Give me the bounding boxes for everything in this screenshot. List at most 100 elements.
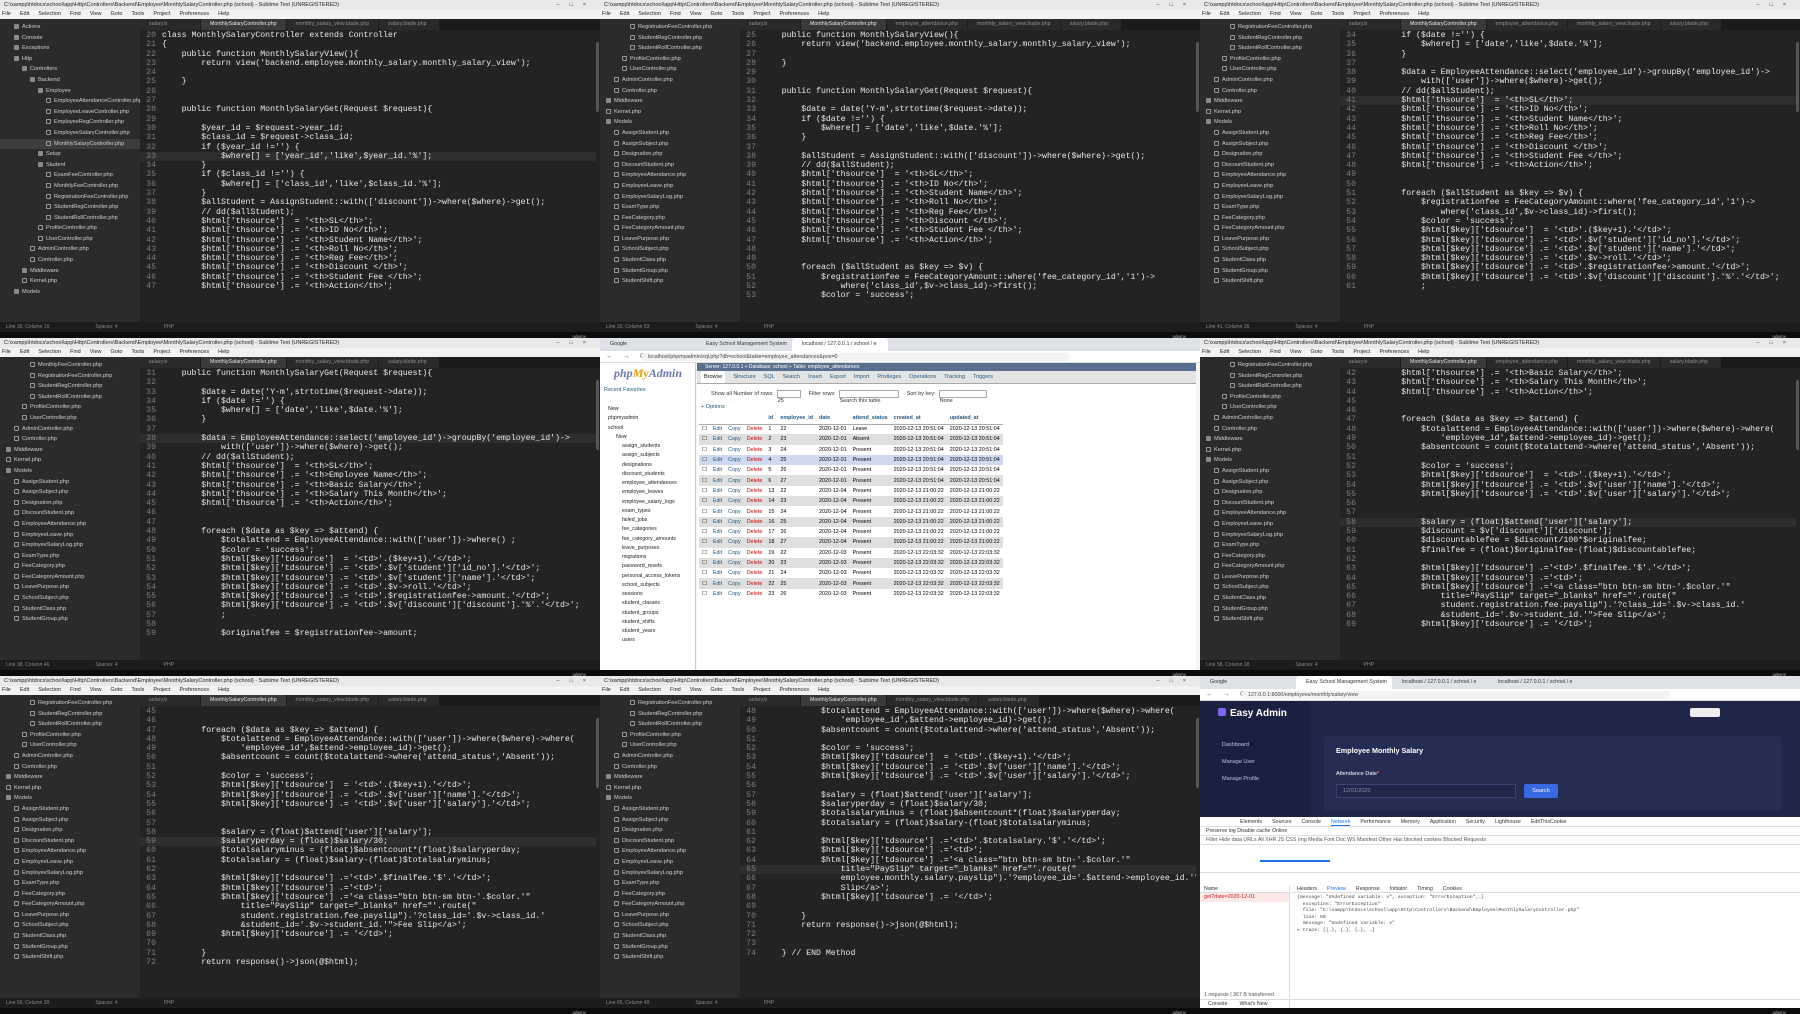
sidebar-file-item[interactable]: RegistrationFeeController.php xyxy=(1200,360,1340,371)
tree-item[interactable]: assign_subjects xyxy=(604,451,693,460)
sidebar-file-item[interactable]: FeeCategoryAmount.php xyxy=(0,899,140,910)
detail-tab[interactable]: Timing xyxy=(1417,886,1433,892)
sidebar-file-item[interactable]: EmployeeSalaryLog.php xyxy=(600,192,740,203)
code-editor[interactable]: salary.b MonthlySalaryController.php emplo… xyxy=(1340,357,1800,660)
tree-item[interactable]: designations xyxy=(604,461,693,470)
pma-tab[interactable]: Import xyxy=(854,371,870,383)
sidebar-file-item[interactable]: ProfileController.php xyxy=(600,54,740,65)
devtools-tab[interactable]: EditThisCookie xyxy=(1531,819,1567,825)
row-action-delete[interactable]: Delete xyxy=(743,578,766,589)
row-action-delete[interactable]: Delete xyxy=(743,434,766,445)
sidebar-file-item[interactable]: StudentGroup.php xyxy=(1200,266,1340,277)
menu-item[interactable]: Goto xyxy=(111,687,123,693)
sidebar-file-item[interactable]: AdminController.php xyxy=(1200,413,1340,424)
tree-item[interactable]: employee_attendances xyxy=(604,479,693,488)
editor-tab[interactable]: salary.blade.php xyxy=(379,19,440,30)
editor-tab[interactable]: monthly_salary_view.blade.php xyxy=(886,695,979,706)
code-area[interactable]: 31 public function MonthlySalaryGet(Requ… xyxy=(140,369,596,660)
window-controls[interactable]: –□× xyxy=(1756,0,1796,10)
menu-item[interactable]: Goto xyxy=(111,11,123,17)
sidebar-file-item[interactable]: DiscountStudent.php xyxy=(600,836,740,847)
tree-item[interactable]: discount_students xyxy=(604,470,693,479)
request-row[interactable]: get?date=2020-12-01 xyxy=(1200,893,1289,902)
network-filter[interactable]: Filter Hide data URLs All XHR JS CSS Img… xyxy=(1200,836,1800,845)
sidebar-file-item[interactable]: StudentRollController.php xyxy=(1200,43,1340,54)
menu-item[interactable]: View xyxy=(90,687,102,693)
editor-tab[interactable]: monthly_salary_view.blade.php xyxy=(286,19,379,30)
menu-item[interactable]: File xyxy=(1202,11,1211,17)
sidebar-file-item[interactable]: AssignSubject.php xyxy=(0,815,140,826)
menu-item[interactable]: Find xyxy=(70,687,81,693)
sidebar-file-item[interactable]: AdminController.php xyxy=(600,75,740,86)
tree-item[interactable]: fee_categories xyxy=(604,525,693,534)
menu-item[interactable]: Help xyxy=(218,349,229,355)
sidebar-file-item[interactable]: MonthlyFeeController.php xyxy=(0,181,140,192)
phpmyadmin-logo[interactable]: phpMyAdmin xyxy=(614,366,682,381)
sidebar-file-item[interactable]: Middleware xyxy=(0,772,140,783)
row-action-edit[interactable]: Edit xyxy=(709,424,726,435)
menu-item[interactable]: Edit xyxy=(1220,349,1229,355)
row-checkbox[interactable]: ☐ xyxy=(699,506,710,517)
menu-item[interactable]: Project xyxy=(153,11,170,17)
menu-item[interactable]: Selection xyxy=(38,349,61,355)
editor-tab[interactable]: monthly_salary_view.blade.php xyxy=(967,19,1060,30)
sidebar-file-item[interactable]: LeavePurpose.php xyxy=(600,910,740,921)
row-action-delete[interactable]: Delete xyxy=(743,454,766,466)
sidebar-file-item[interactable]: EmployeeSalaryLog.php xyxy=(600,868,740,879)
sidebar-file-item[interactable]: Actions xyxy=(0,22,140,33)
sidebar-file-item[interactable]: EmployeeAttendance.php xyxy=(600,170,740,181)
tree-item[interactable]: users xyxy=(604,636,693,645)
sidebar-file-item[interactable]: StudentClass.php xyxy=(0,931,140,942)
recent-favorites[interactable]: Recent Favorites xyxy=(604,387,646,393)
sidebar-file-item[interactable]: Designation.php xyxy=(0,498,140,509)
devtools-tab[interactable]: Memory xyxy=(1401,819,1420,825)
editor-tab[interactable]: employee_attendance.php xyxy=(1486,357,1567,368)
row-action-edit[interactable]: Edit xyxy=(709,547,726,558)
sidebar-file-item[interactable]: Designation.php xyxy=(600,149,740,160)
menu-item[interactable]: Tools xyxy=(131,349,144,355)
sidebar-file-item[interactable]: EmployeeAttendance.php xyxy=(600,846,740,857)
menu-item[interactable]: Goto xyxy=(111,349,123,355)
sidebar-file-item[interactable]: ProfileController.php xyxy=(0,223,140,234)
row-action-delete[interactable]: Delete xyxy=(743,547,766,558)
sidebar-file-item[interactable]: Controller.php xyxy=(600,762,740,773)
row-action-copy[interactable]: Copy xyxy=(725,434,744,445)
editor-tab[interactable]: salary.b xyxy=(140,19,200,30)
row-action-edit[interactable]: Edit xyxy=(709,516,726,527)
row-checkbox[interactable]: ☐ xyxy=(699,475,710,486)
pma-tab[interactable]: Triggers xyxy=(973,371,993,383)
detail-tab[interactable]: Preview xyxy=(1327,886,1346,892)
sidebar-file-item[interactable]: UserController.php xyxy=(0,740,140,751)
sidebar-file-item[interactable]: EmployeeLeave.php xyxy=(1200,181,1340,192)
row-action-copy[interactable]: Copy xyxy=(725,465,744,476)
sidebar-file-item[interactable]: Designation.php xyxy=(1200,149,1340,160)
sidebar-file-item[interactable]: StudentRollController.php xyxy=(0,719,140,730)
editor-tab[interactable]: salary.blade.php xyxy=(379,357,440,368)
browser-tab[interactable]: localhost / 127.0.0.1 / school / e xyxy=(792,338,888,351)
devtools-tab[interactable]: Network xyxy=(1330,819,1351,826)
menu-item[interactable]: Edit xyxy=(20,349,29,355)
menu-item[interactable]: Selection xyxy=(38,687,61,693)
row-action-delete[interactable]: Delete xyxy=(743,444,766,455)
row-action-delete[interactable]: Delete xyxy=(743,496,766,507)
sidebar-file-item[interactable]: StudentRegController.php xyxy=(0,709,140,720)
menu-item[interactable]: Edit xyxy=(20,687,29,693)
sidebar-file-item[interactable]: ProfileController.php xyxy=(0,402,140,413)
menu-item[interactable]: Project xyxy=(153,349,170,355)
menu-item[interactable]: Project xyxy=(1353,349,1370,355)
sidebar-file-item[interactable]: ExamFeeController.php xyxy=(0,170,140,181)
tree-item[interactable]: leave_purposes xyxy=(604,544,693,553)
sidebar-file-item[interactable]: EmployeeSalaryController.php xyxy=(0,128,140,139)
sidebar-file-item[interactable]: StudentRegController.php xyxy=(0,202,140,213)
editor-tab[interactable]: salary.b xyxy=(740,695,800,706)
sidebar-file-item[interactable]: Kernel.php xyxy=(1200,445,1340,456)
menu-item[interactable]: Project xyxy=(1353,11,1370,17)
menu-item[interactable]: Tools xyxy=(131,11,144,17)
sidebar-file-item[interactable]: StudentShift.php xyxy=(1200,614,1340,625)
sidebar-file-item[interactable]: ProfileController.php xyxy=(0,730,140,741)
options-toggle[interactable]: + Options xyxy=(697,404,1196,412)
sidebar-file-item[interactable]: DiscountStudent.php xyxy=(1200,160,1340,171)
sidebar-file-item[interactable]: Controller.php xyxy=(0,434,140,445)
sidebar-file-item[interactable]: StudentRollController.php xyxy=(600,719,740,730)
tree-item[interactable]: phpmyadmin xyxy=(604,414,693,423)
